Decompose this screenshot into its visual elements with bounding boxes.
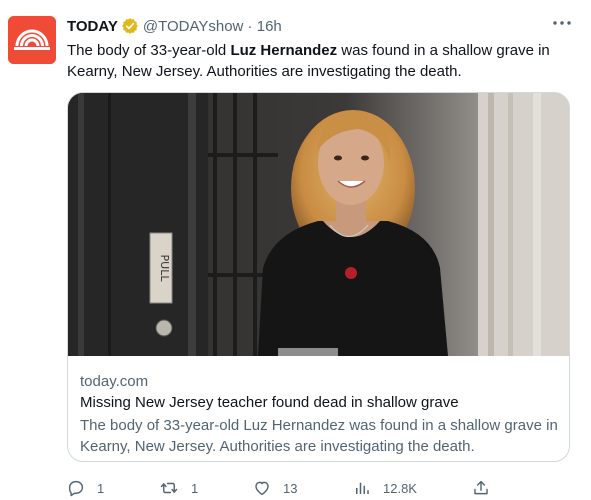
today-logo-icon	[8, 16, 56, 64]
repost-button[interactable]: 1	[159, 478, 198, 498]
like-button[interactable]: 13	[253, 478, 297, 498]
pull-sign-text: PULL	[158, 255, 171, 283]
verified-badge-icon	[121, 18, 138, 34]
reply-count: 1	[97, 480, 105, 496]
reply-icon	[68, 480, 84, 497]
share-button[interactable]	[472, 478, 490, 498]
card-description: The body of 33-year-old Luz Hernandez wa…	[80, 417, 558, 455]
reply-button[interactable]: 1	[67, 478, 104, 498]
tweet-header: TODAY @TODAYshow · 16h	[67, 16, 282, 36]
repost-icon	[160, 482, 178, 494]
link-card[interactable]: PULL today.com Missing New Jersey teache…	[67, 92, 570, 462]
card-title[interactable]: Missing New Jersey teacher found dead in…	[80, 394, 459, 411]
author-name[interactable]: TODAY	[67, 18, 118, 35]
views-button[interactable]: 12.8K	[353, 478, 417, 498]
tweet-text-bold: Luz Hernandez	[230, 42, 338, 59]
views-count: 12.8K	[383, 480, 417, 496]
repost-count: 1	[191, 480, 199, 496]
card-domain: today.com	[80, 373, 149, 390]
more-options-icon[interactable]	[551, 17, 573, 35]
like-count: 13	[283, 480, 298, 496]
heart-icon	[255, 481, 269, 496]
author-handle-time[interactable]: @TODAYshow · 16h	[143, 18, 282, 35]
tweet-text: The body of 33-year-old Luz Hernandez wa…	[67, 40, 567, 82]
avatar[interactable]	[8, 16, 56, 64]
tweet[interactable]: TODAY @TODAYshow · 16h The body of 33-ye…	[0, 0, 591, 500]
tweet-actions: 1 1 13 12.8K	[67, 478, 497, 498]
card-image[interactable]: PULL	[68, 93, 570, 356]
views-chart-icon	[356, 482, 369, 494]
tweet-text-before: The body of 33-year-old	[67, 42, 231, 59]
share-icon	[474, 480, 488, 495]
